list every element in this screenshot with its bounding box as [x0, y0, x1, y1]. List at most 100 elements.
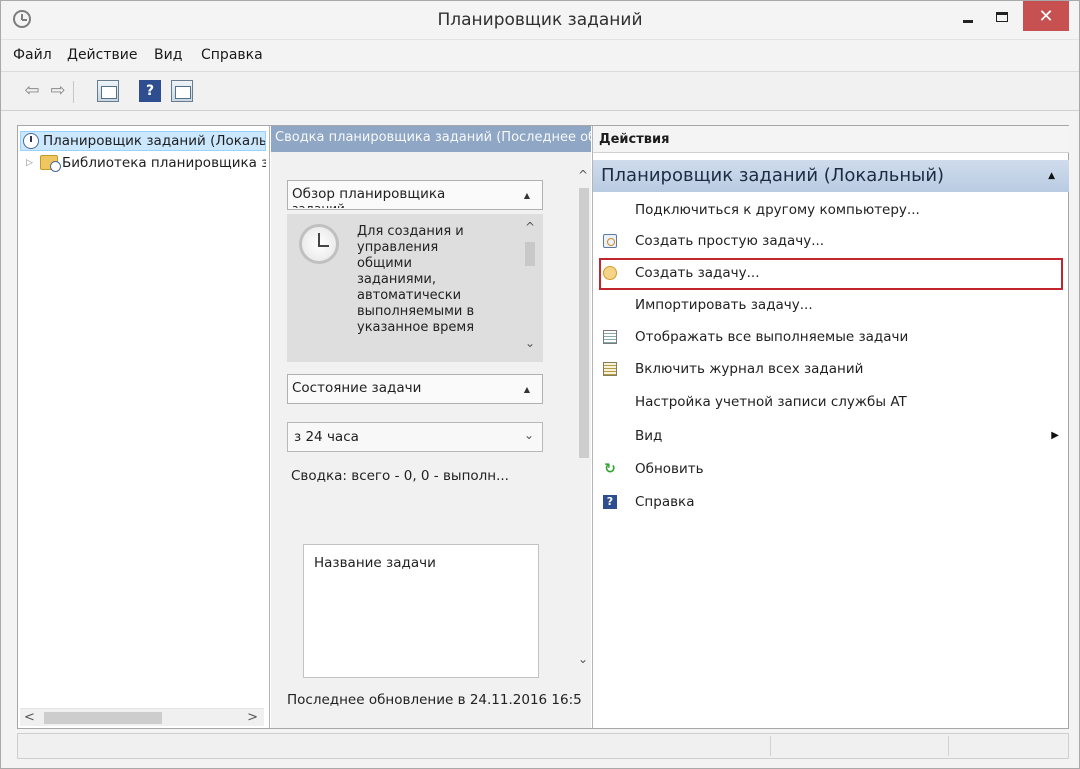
help-icon: ?: [603, 495, 617, 509]
scroll-down-button[interactable]: ⌄: [578, 652, 588, 666]
section-title-continuation: заданий: [292, 202, 345, 208]
maximize-icon: [996, 12, 1008, 22]
horizontal-scrollbar[interactable]: < >: [20, 708, 264, 726]
action-refresh[interactable]: ↻ Обновить: [593, 455, 1069, 485]
task-scheduler-window: Планировщик заданий ✕ Файл Действие Вид …: [0, 0, 1080, 769]
title-bar[interactable]: Планировщик заданий ✕: [1, 1, 1079, 39]
action-at-service-account[interactable]: Настройка учетной записи службы AT: [593, 388, 1069, 418]
log-icon: [603, 362, 617, 376]
actions-group-title: Планировщик заданий (Локальный): [601, 165, 945, 186]
folder-clock-icon: [40, 155, 61, 172]
tree-item-label: Планировщик заданий (Локальный): [43, 133, 265, 149]
highlight-frame: [599, 258, 1063, 290]
show-hide-action-pane-icon[interactable]: [171, 80, 193, 102]
toolbar: ⇦ ⇨ ?: [1, 71, 1079, 111]
action-label: Справка: [635, 494, 695, 510]
action-view[interactable]: Вид ▶: [593, 422, 1069, 452]
minimize-icon: [963, 19, 973, 23]
action-label: Создать простую задачу...: [635, 233, 825, 249]
overview-text: Для создания и управления общими задания…: [357, 224, 517, 352]
action-label: Обновить: [635, 461, 704, 477]
collapse-icon[interactable]: ▲: [1048, 171, 1055, 181]
summary-body: Обзор планировщика заданий ▲ Для создани…: [271, 152, 575, 682]
clock-icon: [23, 133, 39, 149]
action-label: Отображать все выполняемые задачи: [635, 329, 909, 345]
scroll-down-button[interactable]: ⌄: [525, 336, 535, 350]
calendar-icon: [603, 234, 617, 248]
actions-header: Действия: [593, 126, 1069, 153]
action-label: Включить журнал всех заданий: [635, 361, 864, 377]
toolbar-separator: [73, 81, 74, 103]
console-tree: Планировщик заданий (Локальный) ▷ Библио…: [18, 126, 270, 728]
show-hide-console-tree-icon[interactable]: [97, 80, 119, 102]
overview-section-header[interactable]: Обзор планировщика заданий ▲: [287, 180, 543, 210]
action-help[interactable]: ? Справка: [593, 488, 1069, 518]
menu-bar: Файл Действие Вид Справка: [1, 39, 1079, 69]
refresh-icon: ↻: [604, 461, 616, 477]
help-icon[interactable]: ?: [139, 80, 161, 102]
collapse-icon[interactable]: ▲: [524, 385, 530, 394]
menu-action[interactable]: Действие: [67, 47, 137, 63]
status-bar: [17, 733, 1069, 759]
scroll-left-button[interactable]: <: [24, 710, 35, 725]
tree-item-label: Библиотека планировщика заданий: [62, 155, 266, 171]
actions-group-header[interactable]: Планировщик заданий (Локальный) ▲: [593, 160, 1069, 192]
overview-line: автоматически: [357, 288, 462, 303]
back-arrow-icon[interactable]: ⇦: [21, 80, 43, 102]
scrollbar-thumb[interactable]: [44, 712, 162, 724]
overview-line: указанное время: [357, 320, 475, 335]
overview-content: Для создания и управления общими задания…: [287, 214, 543, 362]
close-button[interactable]: ✕: [1023, 1, 1069, 31]
scroll-up-button[interactable]: ^: [578, 168, 588, 182]
minimize-button[interactable]: [951, 1, 985, 33]
last-update-text: Последнее обновление в 24.11.2016 16:5: [287, 692, 582, 708]
scrollbar-thumb[interactable]: [525, 242, 535, 266]
overview-scrollbar[interactable]: ^ ⌄: [521, 220, 539, 350]
clock-icon: [299, 224, 339, 264]
task-list[interactable]: Название задачи: [303, 544, 539, 678]
summary-vertical-scrollbar[interactable]: ^ ⌄: [575, 152, 591, 672]
scroll-up-button[interactable]: ^: [525, 220, 535, 234]
action-label: Импортировать задачу...: [635, 297, 813, 313]
section-title: Состояние задачи: [292, 380, 422, 396]
menu-view[interactable]: Вид: [154, 47, 182, 63]
scrollbar-thumb[interactable]: [579, 188, 589, 458]
tree-item-scheduler-library[interactable]: ▷ Библиотека планировщика заданий: [20, 154, 266, 174]
close-icon: ✕: [1038, 5, 1054, 27]
status-separator: [948, 736, 949, 756]
menu-file[interactable]: Файл: [13, 47, 52, 63]
forward-arrow-icon[interactable]: ⇨: [47, 80, 69, 102]
action-import-task[interactable]: Импортировать задачу...: [593, 291, 1069, 321]
list-icon: [603, 330, 617, 344]
action-label: Подключиться к другому компьютеру...: [635, 202, 920, 218]
actions-pane: Действия Планировщик заданий (Локальный)…: [592, 126, 1069, 728]
main-area: Планировщик заданий (Локальный) ▷ Библио…: [17, 125, 1069, 729]
status-separator: [770, 736, 771, 756]
period-value: з 24 часа: [294, 429, 359, 445]
tree-item-task-scheduler-local[interactable]: Планировщик заданий (Локальный): [20, 131, 266, 151]
period-dropdown[interactable]: з 24 часа ⌄: [287, 422, 543, 452]
actions-title: Действия: [599, 132, 670, 147]
scroll-right-button[interactable]: >: [247, 710, 258, 725]
action-create-basic-task[interactable]: Создать простую задачу...: [593, 227, 1069, 257]
overview-line: выполняемыми в: [357, 304, 475, 319]
action-connect-computer[interactable]: Подключиться к другому компьютеру...: [593, 196, 1069, 226]
action-enable-history[interactable]: Включить журнал всех заданий: [593, 355, 1069, 385]
chevron-down-icon: ⌄: [523, 428, 534, 442]
summary-header: Сводка планировщика заданий (Последнее о…: [271, 126, 591, 152]
overview-line: управления: [357, 240, 439, 255]
expand-arrow-icon[interactable]: ▷: [26, 158, 33, 168]
maximize-button[interactable]: [985, 1, 1019, 33]
collapse-icon[interactable]: ▲: [524, 191, 530, 200]
action-label: Настройка учетной записи службы AT: [635, 394, 907, 410]
overview-line: заданиями,: [357, 272, 436, 287]
menu-help[interactable]: Справка: [201, 47, 263, 63]
task-status-section-header[interactable]: Состояние задачи ▲: [287, 374, 543, 404]
column-header-task-name[interactable]: Название задачи: [314, 555, 436, 571]
action-label: Вид: [635, 428, 663, 444]
action-display-running-tasks[interactable]: Отображать все выполняемые задачи: [593, 323, 1069, 353]
overview-line: общими: [357, 256, 412, 271]
overview-line: Для создания и: [357, 224, 464, 239]
window-title: Планировщик заданий: [437, 10, 643, 30]
summary-pane: Сводка планировщика заданий (Последнее о…: [271, 126, 591, 728]
